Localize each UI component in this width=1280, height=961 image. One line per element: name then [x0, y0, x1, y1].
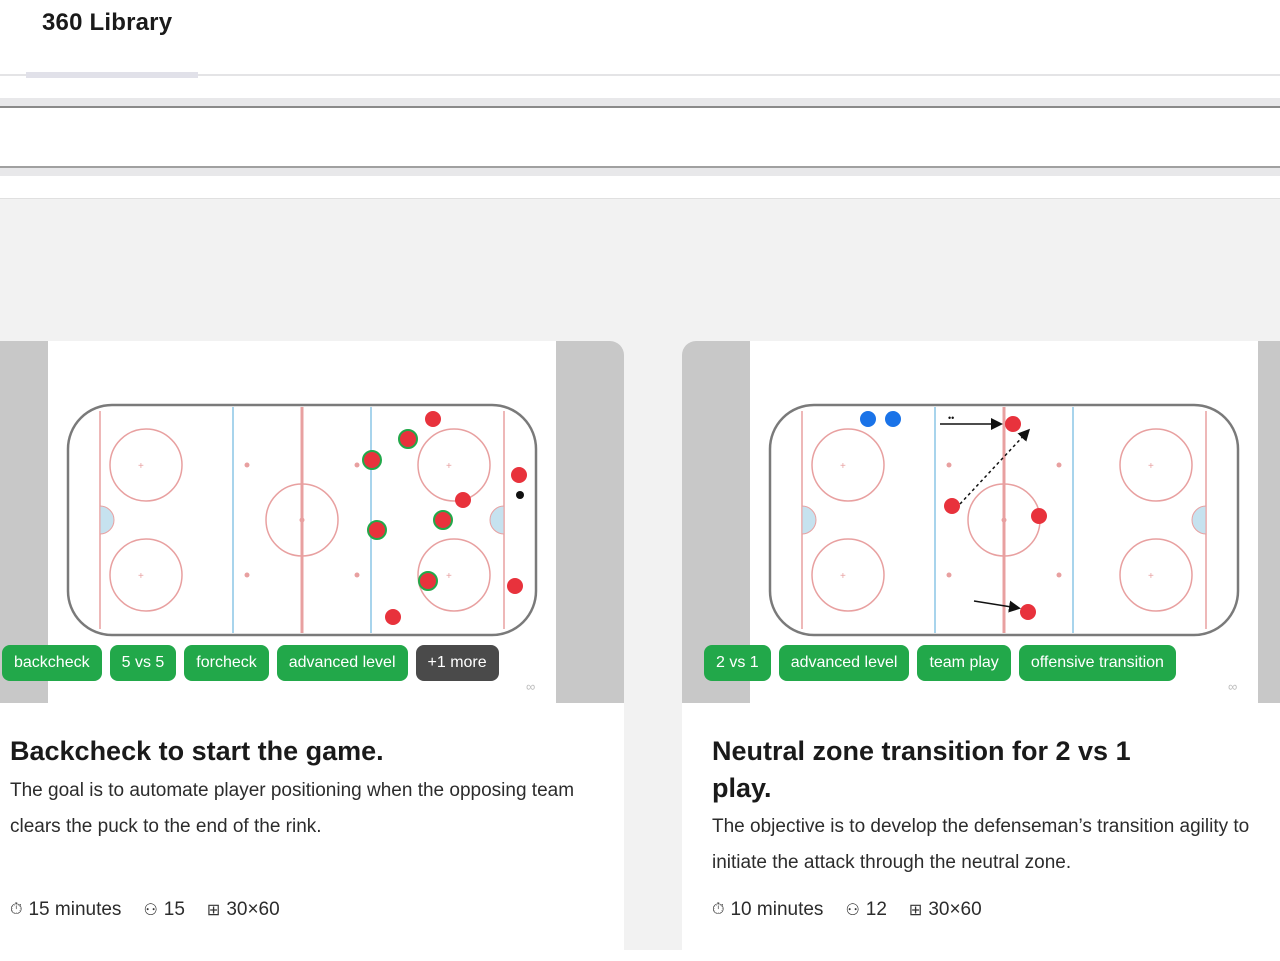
- tab-label: 360 Library: [42, 9, 173, 36]
- drill-meta: ⏱ 10 minutes ⚇ 12 ⊞ 30×60: [712, 899, 982, 921]
- svg-text:+: +: [446, 461, 452, 472]
- top-navigation: 360 Library: [0, 0, 1280, 78]
- tag-list: 2 vs 1 advanced level team play offensiv…: [704, 645, 1176, 681]
- tag[interactable]: 5 vs 5: [109, 645, 177, 681]
- grid-size-icon: ⊞: [908, 902, 923, 919]
- tag[interactable]: advanced level: [778, 645, 910, 681]
- rink-size-value: 30×60: [226, 899, 280, 920]
- players-icon: ⚇: [845, 902, 860, 919]
- library-content: + + + + backcheck 5 vs 5 forcheck advanc…: [0, 198, 1280, 961]
- players: ⚇ 12: [845, 899, 886, 921]
- drill-title[interactable]: Neutral zone transition for 2 vs 1 play.: [712, 733, 1192, 807]
- drill-title[interactable]: Backcheck to start the game.: [10, 733, 600, 770]
- search-bar[interactable]: [0, 106, 1280, 168]
- grid-size-icon: ⊞: [206, 902, 221, 919]
- svg-text:+: +: [1148, 461, 1154, 472]
- stopwatch-icon: ⏱: [10, 901, 23, 918]
- svg-text:+: +: [840, 571, 846, 582]
- divider: [0, 98, 1280, 106]
- tag-list: backcheck 5 vs 5 forcheck advanced level…: [2, 645, 499, 681]
- drill-meta: ⏱ 15 minutes ⚇ 15 ⊞ 30×60: [10, 899, 280, 921]
- players-value: 15: [163, 899, 185, 920]
- rink-size: ⊞ 30×60: [207, 899, 280, 921]
- rink-size-value: 30×60: [928, 899, 982, 920]
- tag[interactable]: 2 vs 1: [704, 645, 771, 681]
- svg-text:+: +: [446, 571, 452, 582]
- divider: [0, 168, 1280, 176]
- logo-watermark-icon: ∞: [526, 679, 536, 694]
- tag[interactable]: offensive transition: [1018, 645, 1176, 681]
- duration-value: 10 minutes: [730, 899, 824, 920]
- svg-text:+: +: [1148, 571, 1154, 582]
- active-tab-indicator: [26, 72, 198, 78]
- tag[interactable]: advanced level: [276, 645, 408, 681]
- drill-thumbnail: + + + +: [682, 341, 1280, 703]
- drill-card[interactable]: + + + +: [682, 341, 1280, 961]
- tab-360-library[interactable]: 360 Library: [26, 0, 198, 78]
- tag[interactable]: forcheck: [184, 645, 269, 681]
- svg-text:+: +: [138, 571, 144, 582]
- rink-size: ⊞ 30×60: [909, 899, 982, 921]
- duration: ⏱ 15 minutes: [10, 899, 121, 921]
- drill-card[interactable]: + + + +: [0, 341, 624, 961]
- players-icon: ⚇: [143, 902, 158, 919]
- drill-description: The objective is to develop the defensem…: [712, 816, 1250, 873]
- more-tags-badge[interactable]: +1 more: [415, 645, 499, 681]
- stopwatch-icon: ⏱: [712, 901, 725, 918]
- players: ⚇ 15: [143, 899, 184, 921]
- logo-watermark-icon: ∞: [1228, 679, 1238, 694]
- players-value: 12: [865, 899, 887, 920]
- svg-text:+: +: [138, 461, 144, 472]
- svg-text:+: +: [840, 461, 846, 472]
- drill-thumbnail: + + + +: [0, 341, 624, 703]
- duration-value: 15 minutes: [28, 899, 122, 920]
- svg-text:••: ••: [948, 413, 954, 423]
- duration: ⏱ 10 minutes: [712, 899, 823, 921]
- tag[interactable]: backcheck: [2, 645, 102, 681]
- drill-description: The goal is to automate player positioni…: [10, 780, 575, 837]
- tag[interactable]: team play: [917, 645, 1011, 681]
